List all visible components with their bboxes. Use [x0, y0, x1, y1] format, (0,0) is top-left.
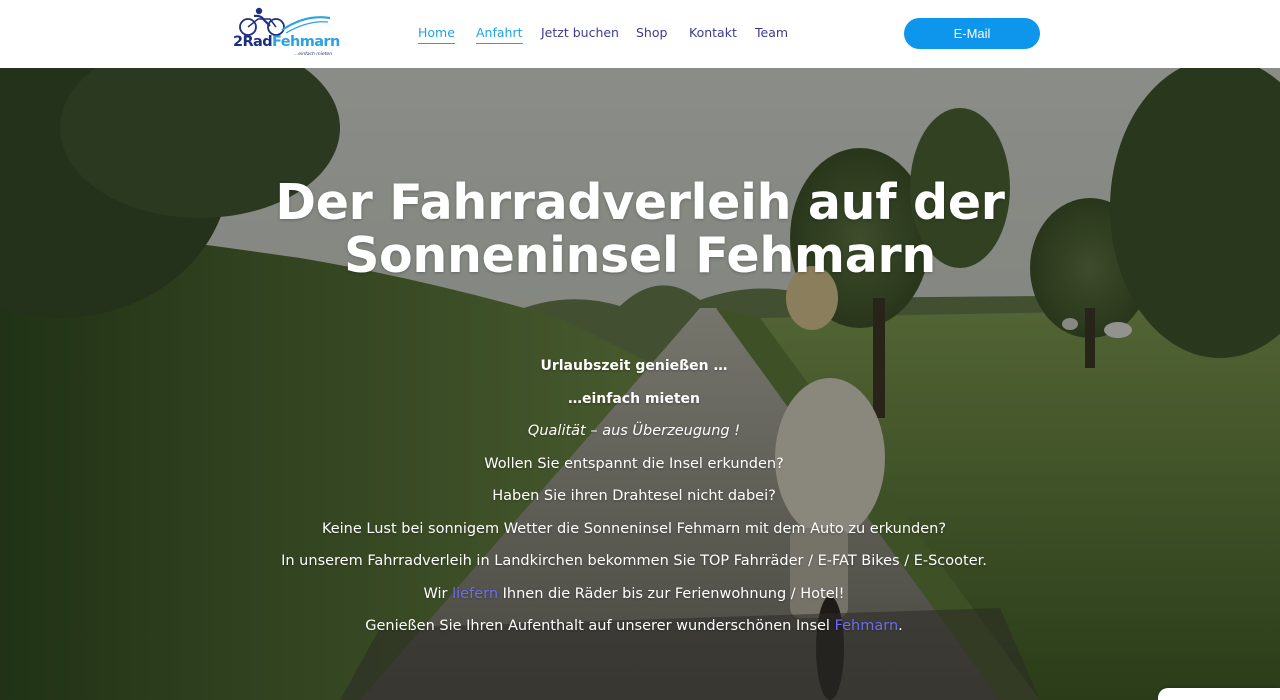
hero-text-line: Wollen Sie entspannt die Insel erkunden?	[484, 455, 784, 472]
site-header: 2RadFehmarn ...einfach mieten Home Anfah…	[0, 0, 1280, 68]
hero-text-line: In unserem Fahrradverleih in Landkirchen…	[281, 553, 987, 569]
nav-team[interactable]: Team	[755, 24, 788, 42]
hero-text-line: Haben Sie ihren Drahtesel nicht dabei?	[492, 488, 776, 504]
hero-text-block: Urlaubszeit genießen … …einfach mieten Q…	[0, 350, 1268, 643]
hero-enjoy-line: Genießen Sie Ihren Aufenthalt auf unsere…	[365, 618, 903, 634]
hero-tagline-2: …einfach mieten	[568, 390, 700, 407]
hero-tagline-1: Urlaubszeit genießen …	[540, 358, 728, 374]
hero-section: Der Fahrradverleih auf der Sonneninsel F…	[0, 68, 1280, 700]
hero-title-line-1: Der Fahrradverleih auf der	[275, 174, 1005, 231]
hero-quality-line: Qualität – aus Überzeugung !	[527, 423, 741, 439]
nav-home[interactable]: Home	[418, 24, 455, 44]
nav-anfahrt[interactable]: Anfahrt	[476, 24, 523, 44]
corner-widget[interactable]	[1158, 688, 1280, 700]
liefern-link[interactable]: liefern	[452, 586, 498, 602]
nav-jetzt-buchen[interactable]: Jetzt buchen	[541, 24, 619, 42]
bicycle-logo-icon	[239, 7, 330, 36]
nav-kontakt[interactable]: Kontakt	[689, 24, 737, 42]
fehmarn-link[interactable]: Fehmarn	[835, 618, 899, 634]
logo-tagline: ...einfach mieten	[294, 52, 333, 57]
hero-title: Der Fahrradverleih auf der Sonneninsel F…	[140, 176, 1140, 282]
logo-wordmark: 2RadFehmarn	[233, 34, 340, 50]
hero-title-line-2: Sonneninsel Fehmarn	[344, 227, 936, 284]
email-button[interactable]: E-Mail	[904, 18, 1040, 49]
nav-shop[interactable]: Shop	[636, 24, 667, 42]
hero-delivery-line: Wir liefern Ihnen die Räder bis zur Feri…	[423, 585, 845, 602]
hero-text-line: Keine Lust bei sonnigem Wetter die Sonne…	[321, 520, 947, 537]
logo[interactable]: 2RadFehmarn ...einfach mieten	[230, 6, 340, 58]
